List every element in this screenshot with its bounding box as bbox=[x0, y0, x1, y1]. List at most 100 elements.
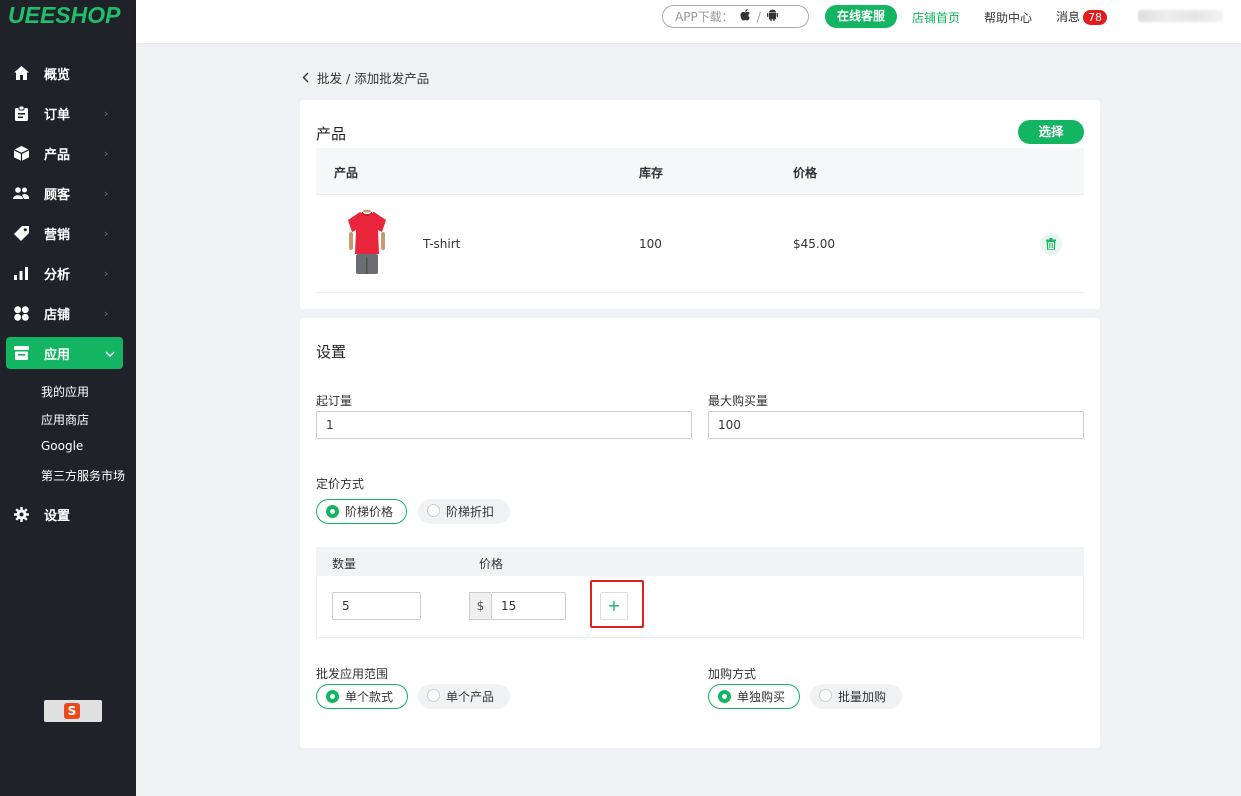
user-account[interactable] bbox=[1138, 10, 1223, 22]
sidebar-item-label: 概览 bbox=[44, 67, 71, 83]
radio-tier-price[interactable]: 阶梯价格 bbox=[316, 499, 407, 524]
messages-link[interactable]: 消息 78 bbox=[1056, 8, 1108, 25]
sidebar-item-analytics[interactable]: 分析 › bbox=[0, 257, 136, 289]
purchase-method-label: 加购方式 bbox=[708, 667, 757, 681]
tier-price-input[interactable]: 15 bbox=[491, 592, 566, 620]
online-service-button[interactable]: 在线客服 bbox=[825, 5, 897, 28]
radio-single-variant[interactable]: 单个款式 bbox=[316, 684, 408, 709]
sidebar-item-label: 店铺 bbox=[44, 307, 71, 323]
max-purchase-input[interactable]: 100 bbox=[708, 411, 1084, 439]
users-icon bbox=[13, 185, 29, 201]
tag-icon bbox=[13, 225, 29, 241]
sidebar-item-products[interactable]: 产品 › bbox=[0, 137, 136, 169]
sidebar-item-store[interactable]: 店铺 › bbox=[0, 297, 136, 329]
ime-toolbar[interactable]: S bbox=[44, 700, 102, 722]
radio-single-purchase[interactable]: 单独购买 bbox=[708, 684, 800, 709]
product-card-title: 产品 bbox=[316, 125, 347, 143]
radio-label: 阶梯价格 bbox=[345, 505, 394, 519]
radio-label: 阶梯折扣 bbox=[446, 505, 495, 519]
radio-label: 单独购买 bbox=[737, 690, 786, 704]
radio-label: 单个款式 bbox=[345, 690, 394, 704]
chevron-right-icon: › bbox=[104, 106, 109, 120]
sidebar-item-overview[interactable]: 概览 bbox=[0, 57, 136, 89]
max-purchase-label: 最大购买量 bbox=[708, 394, 769, 408]
bar-chart-icon bbox=[13, 265, 29, 281]
gear-icon bbox=[13, 506, 29, 522]
pricing-method-label: 定价方式 bbox=[316, 477, 365, 491]
col-price: 价格 bbox=[793, 166, 818, 180]
chevron-right-icon: › bbox=[104, 146, 109, 160]
sidebar-item-label: 设置 bbox=[44, 508, 71, 524]
settings-card: 设置 起订量 1 最大购买量 100 定价方式 阶梯价格 阶梯折扣 数量 价格 … bbox=[300, 318, 1100, 748]
sidebar-subitem-app-store[interactable]: 应用商店 bbox=[41, 411, 89, 428]
sidebar-item-label: 顾客 bbox=[44, 187, 71, 203]
trash-icon[interactable] bbox=[1040, 233, 1062, 255]
scope-label: 批发应用范围 bbox=[316, 667, 389, 681]
apple-icon[interactable] bbox=[740, 9, 751, 24]
chevron-down-icon bbox=[105, 347, 115, 360]
radio-selected-indicator bbox=[326, 505, 339, 518]
back-chevron-icon[interactable] bbox=[302, 71, 309, 86]
app-download-separator: / bbox=[756, 9, 761, 24]
chevron-right-icon: › bbox=[104, 186, 109, 200]
col-product: 产品 bbox=[334, 166, 359, 180]
table-row: T-shirt 100 $45.00 bbox=[316, 196, 1084, 293]
currency-prefix: $ bbox=[469, 592, 491, 620]
clipboard-icon bbox=[13, 105, 29, 121]
radio-selected-indicator bbox=[718, 690, 731, 703]
tier-row bbox=[316, 576, 1084, 638]
sidebar-item-marketing[interactable]: 营销 › bbox=[0, 217, 136, 249]
sogou-ime-icon: S bbox=[64, 703, 80, 719]
chevron-right-icon: › bbox=[104, 226, 109, 240]
tier-qty-input[interactable]: 5 bbox=[332, 592, 421, 620]
col-stock: 库存 bbox=[639, 166, 664, 180]
top-header: APP下载： / 在线客服 店铺首页 帮助中心 消息 78 bbox=[136, 0, 1241, 43]
breadcrumb-current: 添加批发产品 bbox=[354, 71, 430, 86]
sidebar-item-apps[interactable]: 应用 bbox=[6, 337, 123, 369]
breadcrumb: 批发 / 添加批发产品 bbox=[302, 68, 429, 87]
product-stock: 100 bbox=[639, 237, 662, 251]
store-home-link[interactable]: 店铺首页 bbox=[912, 9, 960, 26]
product-thumbnail[interactable] bbox=[346, 209, 388, 276]
col-tier-price: 价格 bbox=[479, 557, 504, 571]
sidebar-item-label: 订单 bbox=[44, 107, 71, 123]
sidebar-item-customers[interactable]: 顾客 › bbox=[0, 177, 136, 209]
radio-bulk-add[interactable]: 批量加购 bbox=[810, 684, 902, 709]
radio-selected-indicator bbox=[326, 690, 339, 703]
tier-table-header: 数量 价格 bbox=[316, 547, 1084, 576]
product-card: 产品 选择 产品 库存 价格 T-shirt 100 $45.00 bbox=[300, 100, 1100, 309]
radio-unselected-indicator bbox=[427, 504, 440, 517]
highlight-box: + bbox=[590, 580, 644, 628]
sidebar-item-label: 分析 bbox=[44, 267, 71, 283]
select-button[interactable]: 选择 bbox=[1018, 120, 1084, 144]
sidebar-subitem-my-apps[interactable]: 我的应用 bbox=[41, 383, 89, 400]
product-table-header: 产品 库存 价格 bbox=[316, 148, 1084, 195]
box-icon bbox=[13, 145, 29, 161]
min-order-input[interactable]: 1 bbox=[316, 411, 692, 439]
settings-card-title: 设置 bbox=[316, 343, 347, 361]
sidebar-item-label: 产品 bbox=[44, 147, 71, 163]
store-icon bbox=[13, 345, 29, 361]
radio-single-product[interactable]: 单个产品 bbox=[418, 684, 510, 709]
help-center-link[interactable]: 帮助中心 bbox=[984, 9, 1032, 26]
home-icon bbox=[13, 65, 29, 81]
grid-icon bbox=[13, 305, 29, 321]
sidebar-item-label: 营销 bbox=[44, 227, 71, 243]
product-price: $45.00 bbox=[793, 237, 835, 251]
logo[interactable]: UEESHOP bbox=[8, 2, 120, 29]
radio-unselected-indicator bbox=[819, 689, 832, 702]
radio-label: 批量加购 bbox=[838, 690, 887, 704]
sidebar-subitem-third-party[interactable]: 第三方服务市场 bbox=[41, 467, 125, 484]
sidebar: UEESHOP 概览 订单 › 产品 › 顾客 › 营销 › 分析 › 店铺 ›… bbox=[0, 0, 136, 796]
sidebar-item-label: 应用 bbox=[44, 347, 71, 363]
add-tier-button[interactable]: + bbox=[600, 592, 628, 620]
sidebar-item-settings[interactable]: 设置 bbox=[0, 498, 136, 530]
radio-tier-discount[interactable]: 阶梯折扣 bbox=[418, 499, 510, 524]
sidebar-subitem-google[interactable]: Google bbox=[41, 439, 83, 453]
messages-label: 消息 bbox=[1056, 10, 1081, 24]
breadcrumb-parent[interactable]: 批发 bbox=[317, 71, 342, 86]
app-download-label: APP下载： bbox=[675, 10, 734, 24]
android-icon[interactable] bbox=[766, 9, 778, 24]
sidebar-item-orders[interactable]: 订单 › bbox=[0, 97, 136, 129]
app-download[interactable]: APP下载： / bbox=[662, 5, 809, 28]
